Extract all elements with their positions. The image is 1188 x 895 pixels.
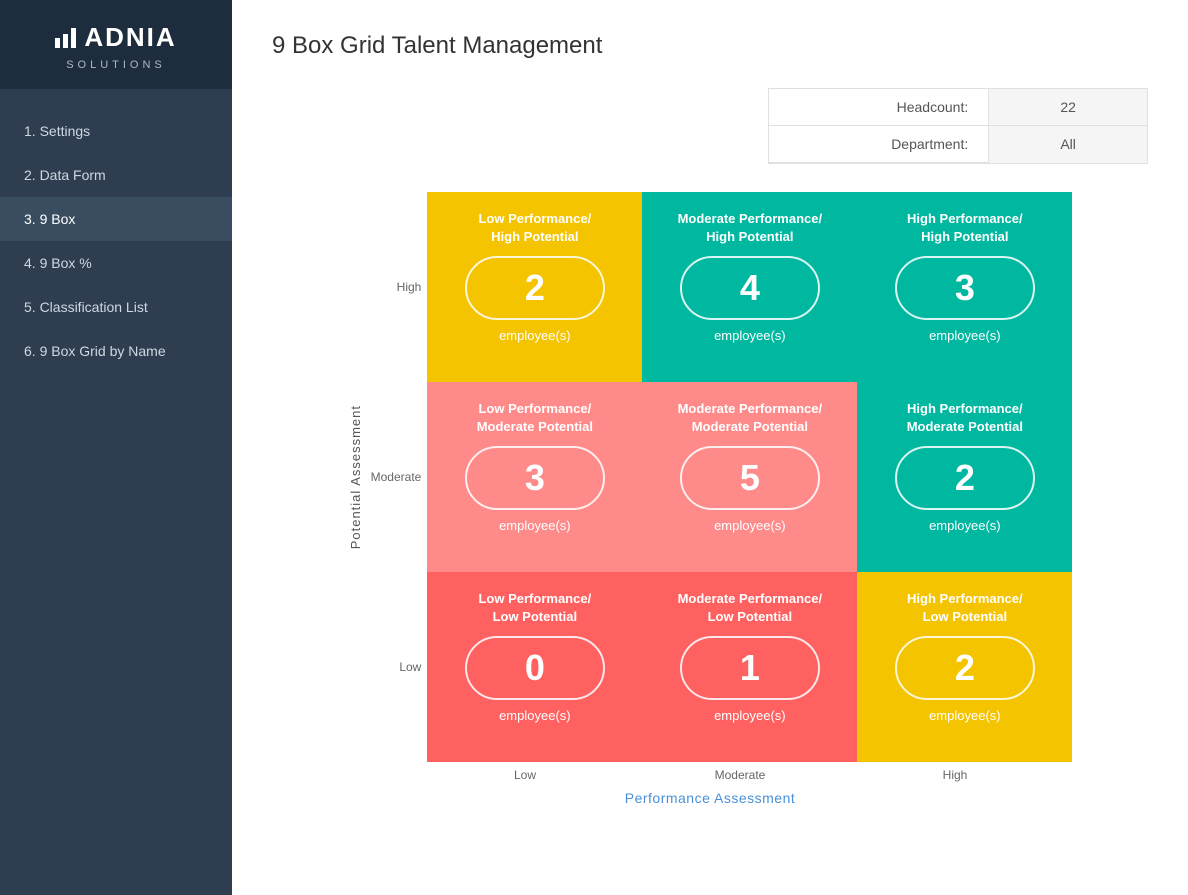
cell-employees-label: employee(s)	[499, 708, 571, 723]
grid-cell-r2-c1[interactable]: Moderate Performance/Low Potential 1 emp…	[642, 572, 857, 762]
cell-employees-label: employee(s)	[929, 328, 1001, 343]
cell-title: Moderate Performance/Low Potential	[678, 590, 823, 626]
logo-bar-mid	[71, 28, 76, 48]
cell-count-box: 3	[895, 256, 1035, 320]
cell-title: High Performance/Moderate Potential	[907, 400, 1023, 436]
grid-cell-r0-c2[interactable]: High Performance/High Potential 3 employ…	[857, 192, 1072, 382]
nav-menu: 1. Settings 2. Data Form 3. 9 Box 4. 9 B…	[0, 109, 232, 373]
sidebar-item-data-form[interactable]: 2. Data Form	[0, 153, 232, 197]
main-content: 9 Box Grid Talent Management Headcount: …	[232, 0, 1188, 895]
logo-text: ADNIA	[84, 22, 176, 53]
cell-employees-label: employee(s)	[499, 328, 571, 343]
info-table: Headcount: 22 Department: All	[768, 88, 1148, 164]
sidebar: ADNIA SOLUTIONS 1. Settings 2. Data Form…	[0, 0, 232, 895]
cell-title: Low Performance/Moderate Potential	[477, 400, 593, 436]
logo-bars	[55, 28, 76, 48]
cell-count: 3	[525, 457, 545, 499]
cell-employees-label: employee(s)	[714, 708, 786, 723]
cell-count-box: 2	[895, 446, 1035, 510]
sidebar-item-classification-list[interactable]: 5. Classification List	[0, 285, 232, 329]
x-ticks: Low Moderate High	[418, 768, 1063, 782]
cell-count: 2	[955, 457, 975, 499]
cell-count: 2	[955, 647, 975, 689]
page-title: 9 Box Grid Talent Management	[272, 32, 1148, 60]
grid-cells: Low Performance/High Potential 2 employe…	[427, 192, 1072, 762]
cell-count-box: 2	[465, 256, 605, 320]
grid-outer: Potential Assessment High Moderate Low L…	[348, 192, 1073, 762]
sidebar-item-9box-pct[interactable]: 4. 9 Box %	[0, 241, 232, 285]
cell-title: Moderate Performance/Moderate Potential	[678, 400, 823, 436]
logo-icon: ADNIA	[55, 22, 176, 53]
y-axis-label: Potential Assessment	[348, 405, 363, 549]
cell-count: 4	[740, 267, 760, 309]
x-tick-moderate: Moderate	[633, 768, 848, 782]
cell-count: 2	[525, 267, 545, 309]
cell-title: High Performance/Low Potential	[907, 590, 1023, 626]
sidebar-item-9box-grid-name[interactable]: 6. 9 Box Grid by Name	[0, 329, 232, 373]
cell-employees-label: employee(s)	[929, 708, 1001, 723]
cell-employees-label: employee(s)	[929, 518, 1001, 533]
grid-cell-r1-c0[interactable]: Low Performance/Moderate Potential 3 emp…	[427, 382, 642, 572]
grid-wrapper: Potential Assessment High Moderate Low L…	[272, 192, 1148, 806]
headcount-label: Headcount:	[769, 89, 988, 126]
logo-bar-short	[55, 38, 60, 48]
sidebar-item-9box[interactable]: 3. 9 Box	[0, 197, 232, 241]
x-axis-label: Performance Assessment	[625, 790, 796, 806]
department-value: All	[988, 126, 1147, 163]
headcount-value: 22	[988, 89, 1147, 126]
grid-cell-r0-c1[interactable]: Moderate Performance/High Potential 4 em…	[642, 192, 857, 382]
cell-count-box: 0	[465, 636, 605, 700]
cell-title: High Performance/High Potential	[907, 210, 1023, 246]
y-ticks: High Moderate Low	[371, 192, 422, 762]
grid-cell-r2-c0[interactable]: Low Performance/Low Potential 0 employee…	[427, 572, 642, 762]
y-tick-low: Low	[371, 660, 422, 674]
cell-count: 5	[740, 457, 760, 499]
logo-bar-tall	[63, 34, 68, 48]
cell-count-box: 3	[465, 446, 605, 510]
logo-subtext: SOLUTIONS	[66, 59, 166, 71]
cell-employees-label: employee(s)	[714, 518, 786, 533]
x-tick-high: High	[848, 768, 1063, 782]
cell-count-box: 5	[680, 446, 820, 510]
cell-count: 0	[525, 647, 545, 689]
cell-count-box: 4	[680, 256, 820, 320]
cell-title: Low Performance/High Potential	[478, 210, 591, 246]
cell-count-box: 1	[680, 636, 820, 700]
cell-count-box: 2	[895, 636, 1035, 700]
grid-cell-r0-c0[interactable]: Low Performance/High Potential 2 employe…	[427, 192, 642, 382]
cell-title: Low Performance/Low Potential	[478, 590, 591, 626]
sidebar-item-settings[interactable]: 1. Settings	[0, 109, 232, 153]
department-label: Department:	[769, 126, 988, 163]
cell-employees-label: employee(s)	[499, 518, 571, 533]
cell-count: 3	[955, 267, 975, 309]
y-tick-high: High	[371, 280, 422, 294]
grid-cell-r1-c1[interactable]: Moderate Performance/Moderate Potential …	[642, 382, 857, 572]
logo-area: ADNIA SOLUTIONS	[0, 0, 232, 89]
grid-cell-r2-c2[interactable]: High Performance/Low Potential 2 employe…	[857, 572, 1072, 762]
x-tick-low: Low	[418, 768, 633, 782]
cell-title: Moderate Performance/High Potential	[678, 210, 823, 246]
y-tick-moderate: Moderate	[371, 470, 422, 484]
cell-employees-label: employee(s)	[714, 328, 786, 343]
cell-count: 1	[740, 647, 760, 689]
grid-cell-r1-c2[interactable]: High Performance/Moderate Potential 2 em…	[857, 382, 1072, 572]
